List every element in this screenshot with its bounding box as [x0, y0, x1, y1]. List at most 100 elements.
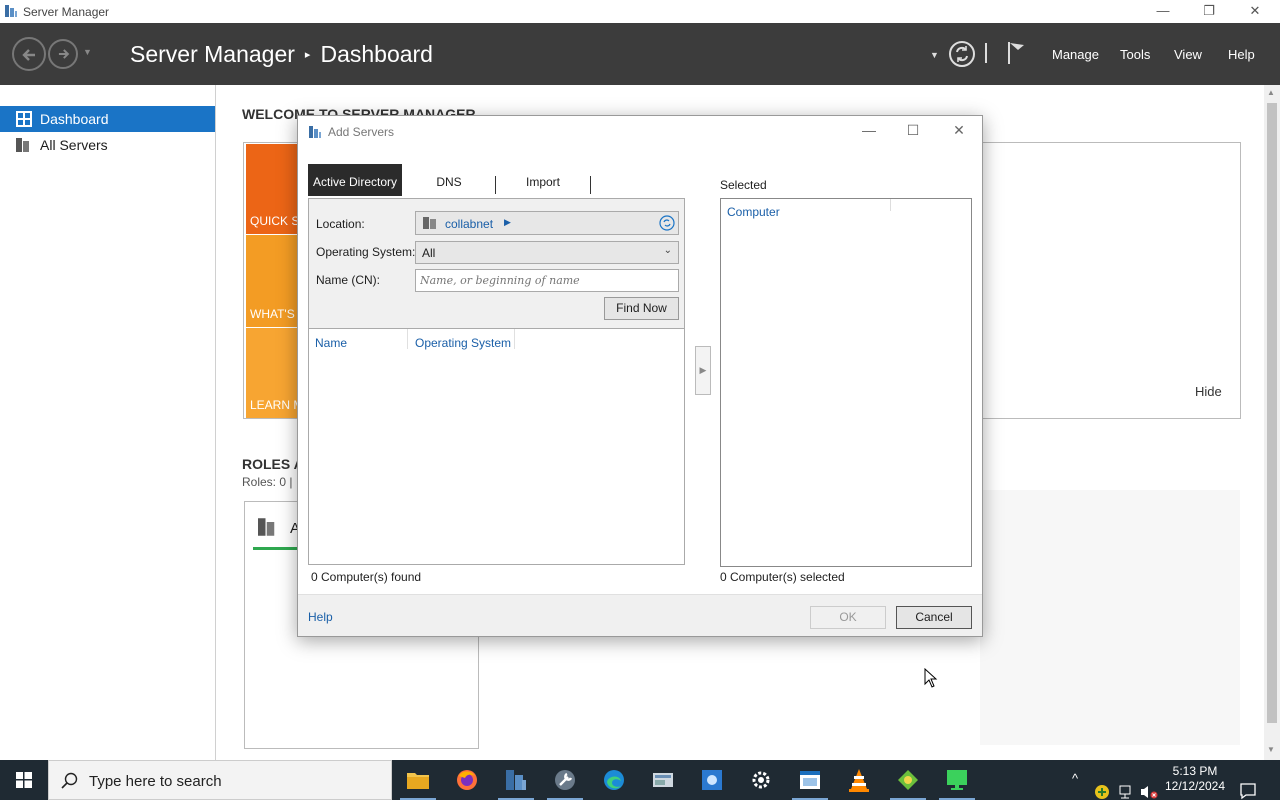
location-picker[interactable]: collabnet ▶	[415, 211, 679, 235]
tab-active-directory[interactable]: Active Directory	[308, 164, 402, 196]
window-app-taskbar-button[interactable]	[786, 760, 834, 800]
column-divider	[890, 199, 891, 211]
whats-new-tile[interactable]: WHAT'S NEW	[246, 235, 302, 327]
column-header-os[interactable]: Operating System	[415, 336, 511, 350]
computers-found-count: 0 Computer(s) found	[311, 570, 422, 584]
window-title: Server Manager	[23, 5, 110, 19]
network-app-taskbar-button[interactable]	[884, 760, 932, 800]
file-explorer-taskbar-button[interactable]	[394, 760, 442, 800]
firefox-taskbar-button[interactable]	[443, 760, 491, 800]
manage-menu[interactable]: Manage	[1052, 47, 1099, 62]
dialog-maximize-button[interactable]: ☐	[898, 122, 928, 142]
refresh-dropdown-icon[interactable]: ▼	[930, 50, 939, 60]
os-label: Operating System:	[316, 245, 416, 259]
breadcrumb-separator-icon: ▸	[304, 49, 311, 61]
dashboard-icon	[16, 111, 32, 127]
server-role-icon	[258, 518, 275, 536]
scroll-down-icon[interactable]: ▼	[1267, 745, 1275, 754]
forward-button[interactable]	[48, 39, 78, 69]
servers-icon	[16, 138, 29, 152]
close-button[interactable]: ✕	[1232, 0, 1278, 23]
forward-arrow-icon	[58, 49, 70, 59]
start-button[interactable]	[0, 760, 48, 800]
location-refresh-icon[interactable]	[659, 215, 675, 231]
vlc-taskbar-button[interactable]	[835, 760, 883, 800]
tile-label: QUICK START	[250, 214, 302, 228]
tool-taskbar-button[interactable]	[541, 760, 589, 800]
mouse-cursor-icon	[924, 668, 938, 688]
show-hidden-icons-chevron-icon[interactable]: ^	[1072, 771, 1078, 800]
system-clock[interactable]: 5:13 PM 12/12/2024	[1162, 764, 1228, 794]
cancel-button[interactable]: Cancel	[896, 606, 972, 629]
search-results-list[interactable]: Name Operating System	[308, 328, 685, 565]
location-expand-icon[interactable]: ▶	[504, 217, 511, 228]
dialog-close-button[interactable]: ✕	[944, 122, 974, 142]
edge-taskbar-button[interactable]	[590, 760, 638, 800]
dialog-title: Add Servers	[328, 125, 395, 139]
edge-browser-icon	[604, 770, 624, 790]
control-panel-icon	[653, 773, 673, 787]
column-divider	[407, 329, 408, 349]
domain-icon	[423, 217, 436, 229]
tile-label: WHAT'S NEW	[250, 307, 302, 321]
app-taskbar-button[interactable]	[688, 760, 736, 800]
restore-button[interactable]: ❐	[1186, 0, 1232, 23]
os-select[interactable]: All ⌄	[415, 241, 679, 264]
volume-muted-icon[interactable]	[1140, 772, 1158, 800]
tab-dns[interactable]: DNS	[404, 164, 494, 196]
learn-more-tile[interactable]: LEARN MORE	[246, 328, 302, 418]
header-bar: ▼ Server Manager ▸ Dashboard ▼ Manage Tool…	[0, 23, 1280, 85]
ok-button[interactable]: OK	[810, 606, 886, 629]
help-menu[interactable]: Help	[1228, 47, 1255, 62]
column-divider	[514, 329, 515, 349]
action-center-icon[interactable]	[1239, 771, 1257, 800]
clock-time: 5:13 PM	[1172, 764, 1218, 778]
sidebar: Dashboard All Servers	[0, 85, 216, 760]
view-menu[interactable]: View	[1174, 47, 1202, 62]
refresh-icon[interactable]	[948, 40, 976, 68]
dialog-minimize-button[interactable]: —	[854, 122, 884, 142]
sidebar-item-label: All Servers	[40, 137, 108, 153]
column-header-computer[interactable]: Computer	[727, 205, 780, 219]
column-header-name[interactable]: Name	[315, 336, 347, 350]
add-to-selected-button[interactable]: ▶	[695, 346, 711, 395]
vertical-scrollbar[interactable]: ▲ ▼	[1264, 85, 1280, 760]
control-panel-taskbar-button[interactable]	[639, 760, 687, 800]
selected-computers-list[interactable]: Computer	[720, 198, 972, 567]
scroll-up-icon[interactable]: ▲	[1267, 88, 1275, 97]
search-icon	[61, 772, 78, 789]
scrollbar-thumb[interactable]	[1267, 103, 1277, 723]
back-button[interactable]	[12, 37, 46, 71]
location-label: Location:	[316, 217, 365, 231]
sidebar-item-dashboard[interactable]: Dashboard	[0, 106, 215, 132]
wrench-icon	[555, 770, 575, 790]
sidebar-item-all-servers[interactable]: All Servers	[0, 132, 215, 158]
selected-label: Selected	[720, 178, 767, 192]
breadcrumb: Server Manager ▸ Dashboard	[130, 41, 433, 68]
name-cn-input[interactable]	[415, 269, 679, 292]
settings-taskbar-button[interactable]	[737, 760, 785, 800]
help-link[interactable]: Help	[308, 610, 333, 624]
find-now-button[interactable]: Find Now	[604, 297, 679, 320]
taskbar-search-box[interactable]: Type here to search	[48, 760, 392, 800]
server-manager-taskbar-button[interactable]	[492, 760, 540, 800]
quick-start-tile[interactable]: QUICK START	[246, 144, 302, 234]
window-title-bar: Server Manager — ❐ ✕	[0, 0, 1280, 23]
minimize-button[interactable]: —	[1140, 0, 1186, 23]
tools-menu[interactable]: Tools	[1120, 47, 1150, 62]
history-dropdown-icon[interactable]: ▼	[83, 47, 92, 57]
server-manager-app-icon	[5, 5, 17, 17]
sidebar-item-label: Dashboard	[40, 111, 109, 127]
firefox-icon	[457, 770, 477, 790]
tile-label: LEARN MORE	[250, 398, 302, 412]
remote-desktop-taskbar-button[interactable]	[933, 760, 981, 800]
hide-welcome-link[interactable]: Hide	[1195, 384, 1222, 399]
add-servers-icon	[309, 126, 321, 138]
blue-app-icon	[702, 770, 722, 790]
notifications-flag-icon[interactable]	[1006, 40, 1028, 66]
breadcrumb-page: Dashboard	[320, 41, 433, 67]
name-cn-label: Name (CN):	[316, 273, 381, 287]
tray-app-icon[interactable]	[1094, 772, 1110, 800]
tab-import[interactable]: Import	[496, 164, 590, 196]
network-icon[interactable]	[1118, 772, 1134, 800]
